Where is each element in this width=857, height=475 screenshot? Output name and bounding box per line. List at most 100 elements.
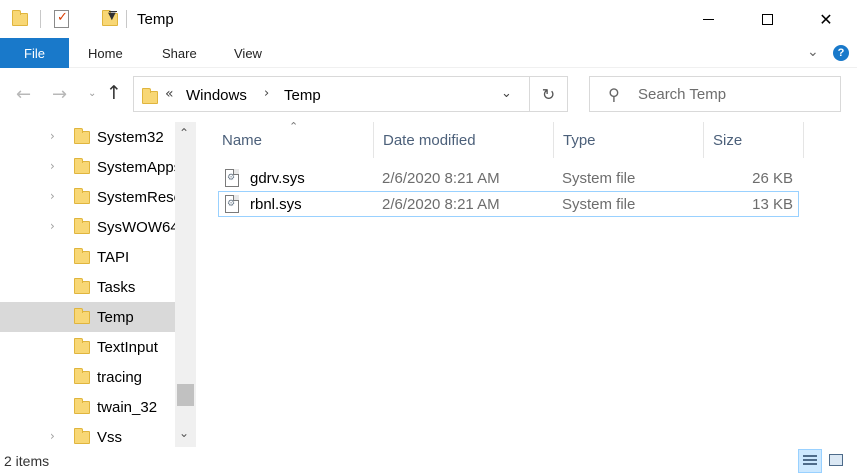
close-button[interactable]: ✕: [795, 0, 857, 38]
window-title: Temp: [137, 11, 174, 28]
file-date-modified: 2/6/2020 8:21 AM: [382, 170, 500, 187]
search-icon: ⚲: [608, 85, 620, 104]
file-date-modified: 2/6/2020 8:21 AM: [382, 196, 500, 213]
folder-icon: [74, 398, 90, 414]
tree-item-label: TextInput: [97, 339, 158, 356]
tree-item[interactable]: › SystemApps: [0, 152, 175, 182]
tree-item[interactable]: › SystemResources: [0, 182, 175, 212]
nav-scrollbar[interactable]: ⌃ ⌄: [175, 122, 196, 447]
folder-icon: [74, 368, 90, 384]
file-row[interactable]: gdrv.sys 2/6/2020 8:21 AM System file 26 KB: [218, 165, 799, 191]
file-size: 13 KB: [752, 196, 793, 213]
up-arrow-icon[interactable]: ↑: [106, 82, 122, 104]
folder-icon: [74, 338, 90, 354]
column-name[interactable]: Name: [213, 122, 374, 158]
properties-icon[interactable]: [54, 10, 69, 28]
folder-icon: [74, 248, 90, 264]
address-row: ← → ⌄ ↑ « Windows › Temp ⌄ ↻ ⚲: [0, 68, 857, 122]
back-arrow-icon[interactable]: ←: [16, 84, 31, 105]
expand-chevron-icon[interactable]: ›: [50, 129, 55, 143]
tree-item[interactable]: TextInput: [0, 332, 175, 362]
large-icons-view-button[interactable]: [825, 449, 849, 473]
toolbar-divider: [40, 10, 41, 28]
tree-item[interactable]: TAPI: [0, 242, 175, 272]
help-icon[interactable]: ?: [833, 45, 849, 61]
address-bar[interactable]: « Windows › Temp ⌄: [133, 76, 530, 112]
tree-item-label: SystemResources: [97, 189, 175, 206]
tree-item-label: twain_32: [97, 399, 158, 416]
folder-icon: [74, 158, 90, 174]
minimize-button[interactable]: [677, 0, 739, 38]
tree-item-label: TAPI: [97, 249, 130, 266]
customize-toolbar-icon[interactable]: ▼: [108, 11, 117, 22]
folder-icon: [74, 188, 90, 204]
details-view-button[interactable]: [798, 449, 822, 473]
expand-chevron-icon[interactable]: ›: [50, 159, 55, 173]
tree-item[interactable]: › SysWOW64: [0, 212, 175, 242]
folder-icon: [74, 278, 90, 294]
status-bar: 2 items: [0, 447, 857, 475]
tree-item[interactable]: Tasks: [0, 272, 175, 302]
scroll-down-icon[interactable]: ⌄: [179, 426, 189, 440]
file-type: System file: [562, 170, 636, 187]
tree-item[interactable]: › Vss: [0, 422, 175, 447]
toolbar-divider: [126, 10, 127, 28]
system-file-icon: [225, 169, 239, 187]
maximize-button[interactable]: [736, 0, 798, 38]
tab-home[interactable]: Home: [88, 46, 123, 61]
breadcrumb-windows[interactable]: Windows: [186, 87, 247, 104]
item-count: 2 items: [4, 453, 50, 469]
breadcrumb-temp[interactable]: Temp: [284, 87, 321, 104]
tree-item-label: SysWOW64: [97, 219, 175, 236]
folder-icon: [74, 218, 90, 234]
details-view-icon: [803, 455, 817, 467]
search-input[interactable]: [638, 77, 834, 111]
tab-view[interactable]: View: [234, 46, 262, 61]
forward-arrow-icon[interactable]: →: [52, 84, 67, 105]
tree-item-label: Temp: [97, 309, 134, 326]
tree-item[interactable]: twain_32: [0, 392, 175, 422]
navigation-pane: › System32 › SystemApps › SystemResources › Sys…: [0, 122, 196, 447]
folder-icon: [142, 88, 158, 104]
overflow-chevron-icon[interactable]: «: [165, 86, 174, 102]
expand-chevron-icon[interactable]: ›: [50, 429, 55, 443]
file-list: ⌃ Name Date modified Type Size gdrv.sys2…: [196, 120, 857, 447]
file-row[interactable]: rbnl.sys 2/6/2020 8:21 AM System file 13 KB: [218, 191, 799, 217]
folder-icon: [74, 308, 90, 324]
breadcrumb-chevron-icon[interactable]: ›: [264, 86, 269, 101]
file-size: 26 KB: [752, 170, 793, 187]
tree-item[interactable]: › System32: [0, 122, 175, 152]
folder-icon: [12, 10, 28, 26]
tree-item-label: Tasks: [97, 279, 136, 296]
search-box[interactable]: ⚲: [589, 76, 841, 112]
maximize-icon: [761, 13, 773, 25]
tree-item[interactable]: Temp: [0, 302, 175, 332]
scroll-up-icon[interactable]: ⌃: [179, 126, 189, 140]
system-file-icon: [225, 195, 239, 213]
tree-item-label: SystemApps: [97, 159, 175, 176]
column-type[interactable]: Type: [554, 122, 704, 158]
address-dropdown-chevron-icon[interactable]: ⌄: [501, 86, 512, 101]
ribbon-tabs: File Home Share View ⌄ ?: [0, 38, 857, 68]
tab-file[interactable]: File: [0, 38, 69, 68]
expand-chevron-icon[interactable]: ›: [50, 219, 55, 233]
recent-locations-chevron-icon[interactable]: ⌄: [88, 88, 96, 99]
tree-item-label: System32: [97, 129, 164, 146]
tree-item[interactable]: tracing: [0, 362, 175, 392]
column-size[interactable]: Size: [704, 122, 804, 158]
file-name: rbnl.sys: [250, 196, 302, 213]
column-date-modified[interactable]: Date modified: [374, 122, 554, 158]
expand-chevron-icon[interactable]: ›: [50, 189, 55, 203]
scroll-thumb[interactable]: [177, 384, 194, 406]
tab-share[interactable]: Share: [162, 46, 197, 61]
refresh-button[interactable]: ↻: [530, 76, 568, 112]
folder-icon: [74, 128, 90, 144]
close-icon: ✕: [819, 9, 833, 29]
large-icons-view-icon: [829, 454, 843, 466]
tree-item-label: tracing: [97, 369, 143, 386]
title-bar: ▼ Temp ✕: [0, 0, 857, 38]
folder-icon: [74, 428, 90, 444]
tree-item-label: Vss: [97, 429, 123, 446]
minimize-icon: [702, 18, 714, 20]
expand-ribbon-chevron-icon[interactable]: ⌄: [807, 44, 819, 60]
